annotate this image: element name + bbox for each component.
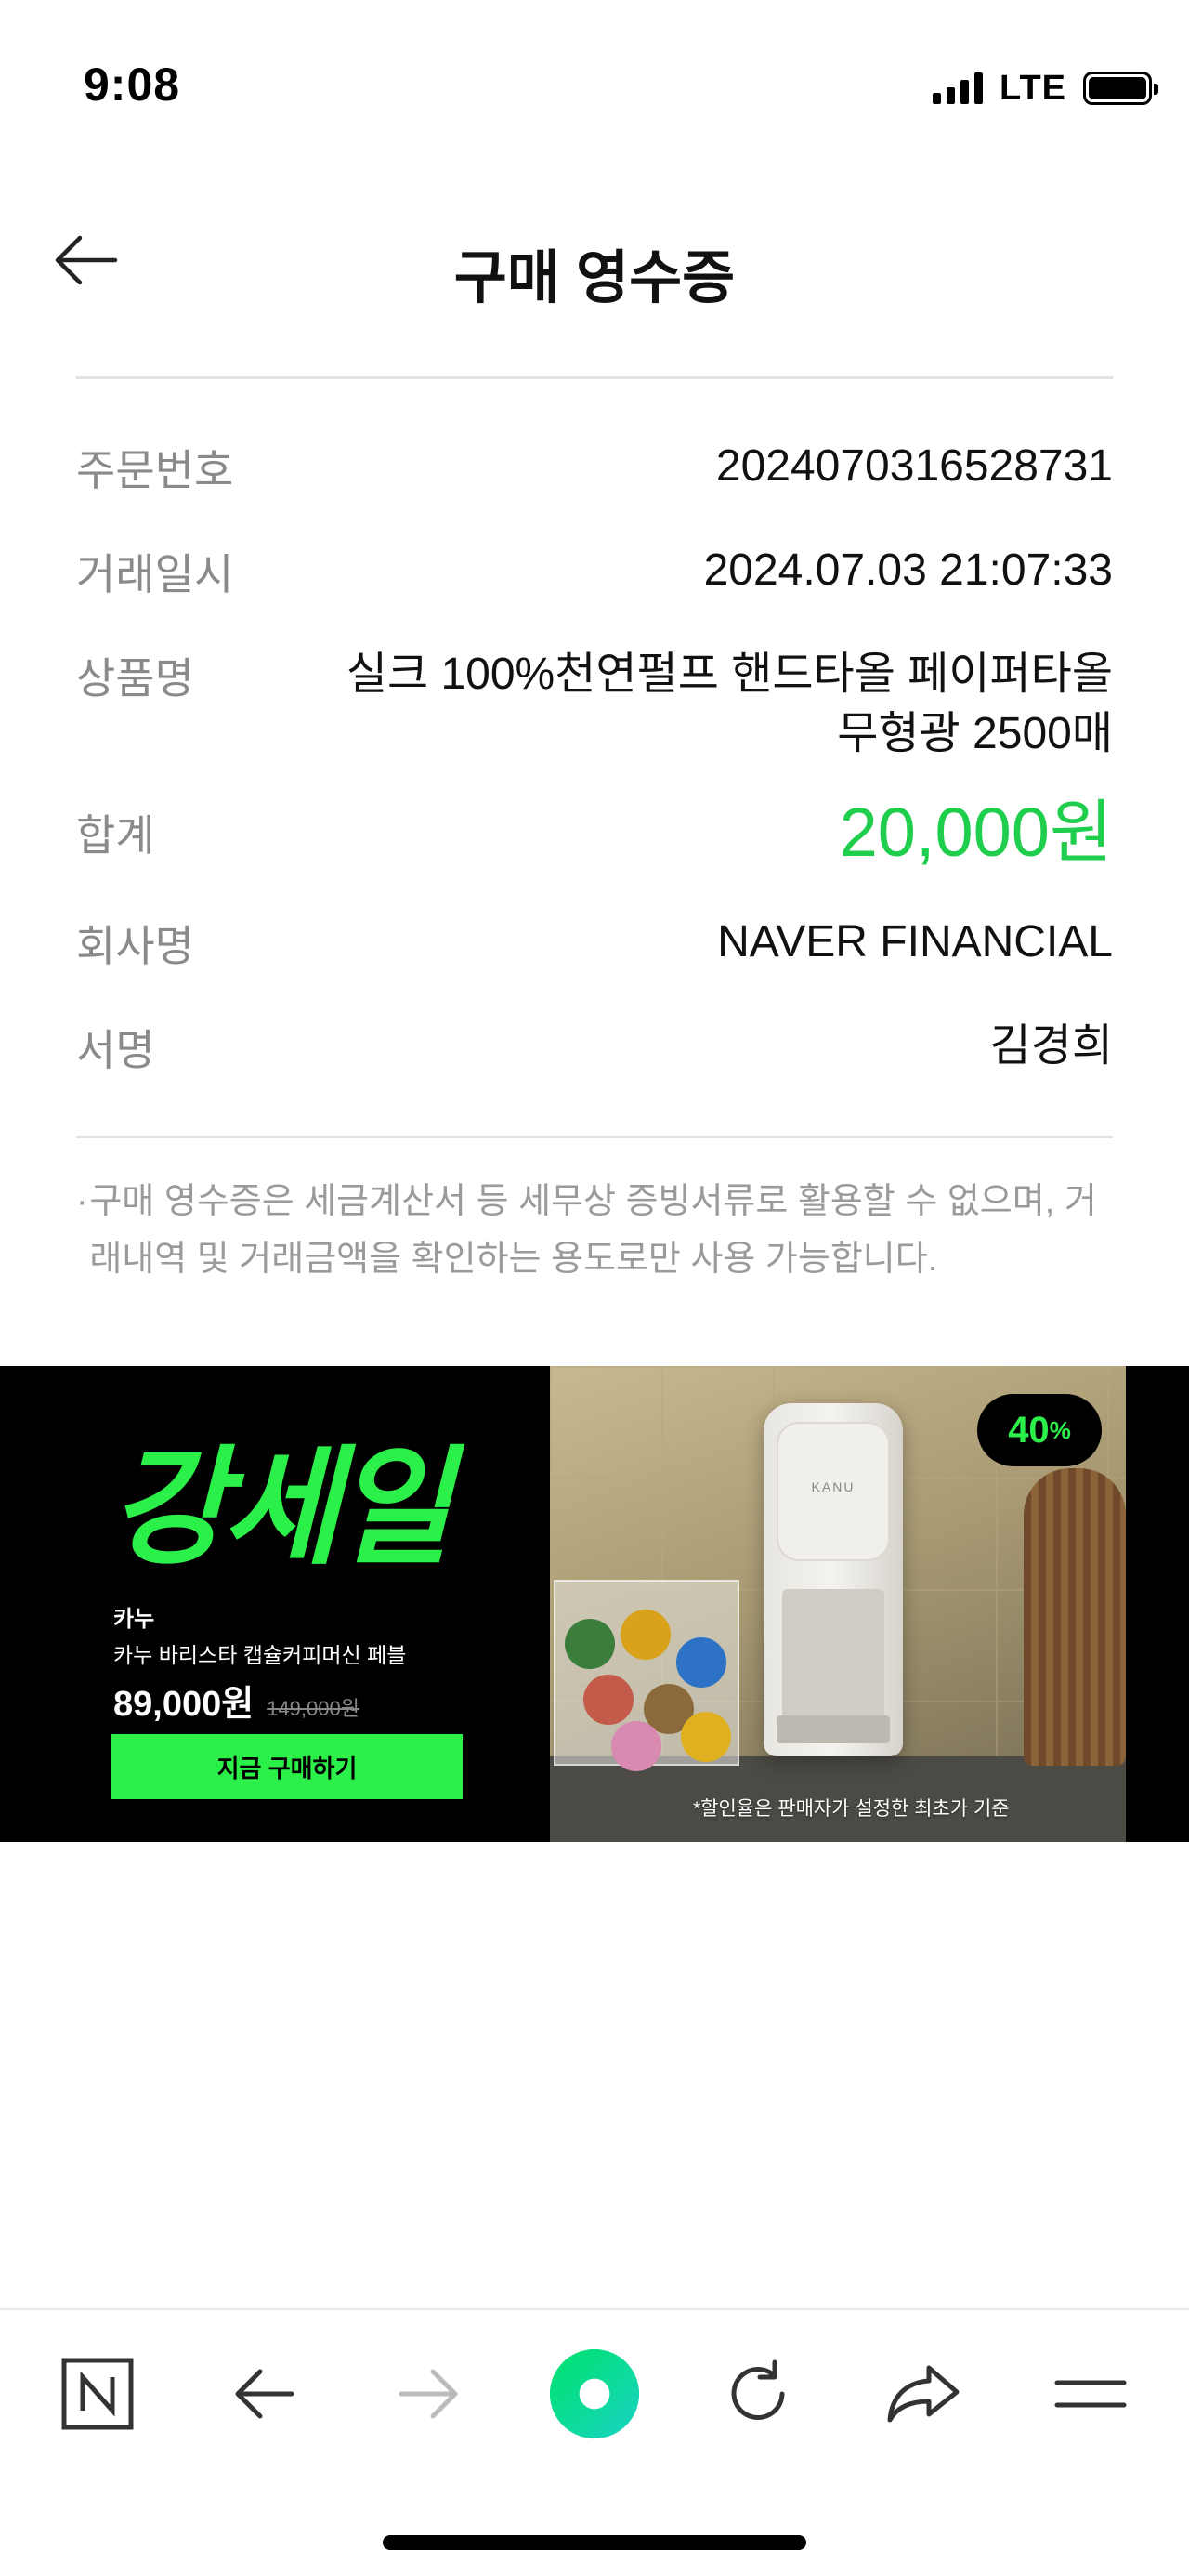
battery-icon: [1083, 72, 1158, 105]
naver-home-button[interactable]: [51, 2347, 144, 2440]
discount-note: *할인율은 판매자가 설정한 최초가 기준: [693, 1798, 1010, 1820]
status-bar: 9:08 LTE: [0, 0, 1189, 177]
ad-original-price: 149,000원: [267, 1697, 359, 1720]
status-indicators: LTE: [933, 65, 1158, 112]
green-dot-icon: [549, 2348, 640, 2439]
ad-price-row: 89,000원 149,000원: [113, 1675, 359, 1726]
company-row: 회사명 NAVER FINANCIAL: [76, 913, 1113, 974]
back-arrow-icon: [235, 2369, 294, 2419]
datetime-label: 거래일시: [76, 550, 234, 598]
datetime-row: 거래일시 2024.07.03 21:07:33: [76, 541, 1113, 602]
green-dot-button[interactable]: [548, 2347, 641, 2440]
menu-icon: [1054, 2380, 1127, 2408]
signature-value: 김경희: [989, 1021, 1113, 1071]
naver-home-icon: [61, 2358, 134, 2430]
network-type: LTE: [1000, 68, 1066, 108]
refresh-button[interactable]: [712, 2347, 804, 2440]
page-header: 구매 영수증: [0, 204, 1189, 316]
browser-forward-button[interactable]: [383, 2347, 476, 2440]
discount-percent: 40: [1008, 1409, 1050, 1451]
browser-back-button[interactable]: [217, 2347, 310, 2440]
notice-text: 구매 영수증은 세금계산서 등 세무상 증빙서류로 활용할 수 없으며, 거래내…: [89, 1182, 1097, 1279]
ad-brand: 카누: [113, 1607, 155, 1632]
share-icon: [887, 2365, 960, 2423]
coffee-machine-image: KANU: [764, 1403, 903, 1756]
capsule-container-image: [554, 1580, 739, 1771]
order-number-value: 2024070316528731: [715, 441, 1113, 491]
ad-banner-info: 강세일 카누 카누 바리스타 캡슐커피머신 페블 89,000원 149,000…: [0, 1366, 550, 1842]
menu-button[interactable]: [1044, 2347, 1137, 2440]
signature-row: 서명 김경희: [76, 1017, 1113, 1078]
sale-logo: 강세일: [110, 1437, 452, 1580]
company-value: NAVER FINANCIAL: [717, 917, 1113, 966]
receipt-notice: · 구매 영수증은 세금계산서 등 세무상 증빙서류로 활용할 수 없으며, 거…: [76, 1173, 1113, 1288]
page-title: 구매 영수증: [453, 246, 736, 310]
total-label: 합계: [76, 811, 155, 860]
ad-product-name: 카누 바리스타 캡슐커피머신 페블: [113, 1643, 407, 1667]
ad-product-image: KANU 40% *할인율은 판매자가 설정한 최초가 기준: [550, 1366, 1126, 1842]
company-label: 회사명: [76, 922, 194, 970]
product-row: 상품명 실크 100%천연펄프 핸드타올 페이퍼타올 무형광 2500매: [76, 645, 1113, 764]
top-divider: [76, 376, 1113, 379]
status-time: 9:08: [84, 59, 181, 111]
notice-bullet: ·: [76, 1182, 88, 1221]
machine-brand: KANU: [811, 1479, 856, 1494]
discount-unit: %: [1049, 1415, 1071, 1444]
signal-icon: [933, 72, 984, 104]
datetime-value: 2024.07.03 21:07:33: [703, 545, 1113, 595]
home-indicator[interactable]: [383, 2535, 806, 2550]
forward-arrow-icon: [399, 2369, 458, 2419]
share-button[interactable]: [877, 2347, 970, 2440]
buy-now-button[interactable]: 지금 구매하기: [111, 1734, 463, 1799]
vase-image: [1024, 1468, 1126, 1766]
signature-label: 서명: [76, 1026, 155, 1074]
product-label: 상품명: [76, 654, 194, 703]
total-row: 합계 20,000원: [76, 795, 1113, 870]
total-value: 20,000원: [839, 794, 1113, 871]
order-number-row: 주문번호 2024070316528731: [76, 437, 1113, 498]
order-number-label: 주문번호: [76, 446, 234, 494]
ad-price: 89,000원: [113, 1685, 255, 1724]
ad-banner[interactable]: 강세일 카누 카누 바리스타 캡슐커피머신 페블 89,000원 149,000…: [0, 1366, 1189, 1842]
bottom-divider: [76, 1136, 1113, 1138]
product-name-value: 실크 100%천연펄프 핸드타올 페이퍼타올 무형광 2500매: [346, 650, 1113, 758]
discount-badge: 40%: [977, 1394, 1102, 1466]
refresh-icon: [731, 2359, 785, 2420]
